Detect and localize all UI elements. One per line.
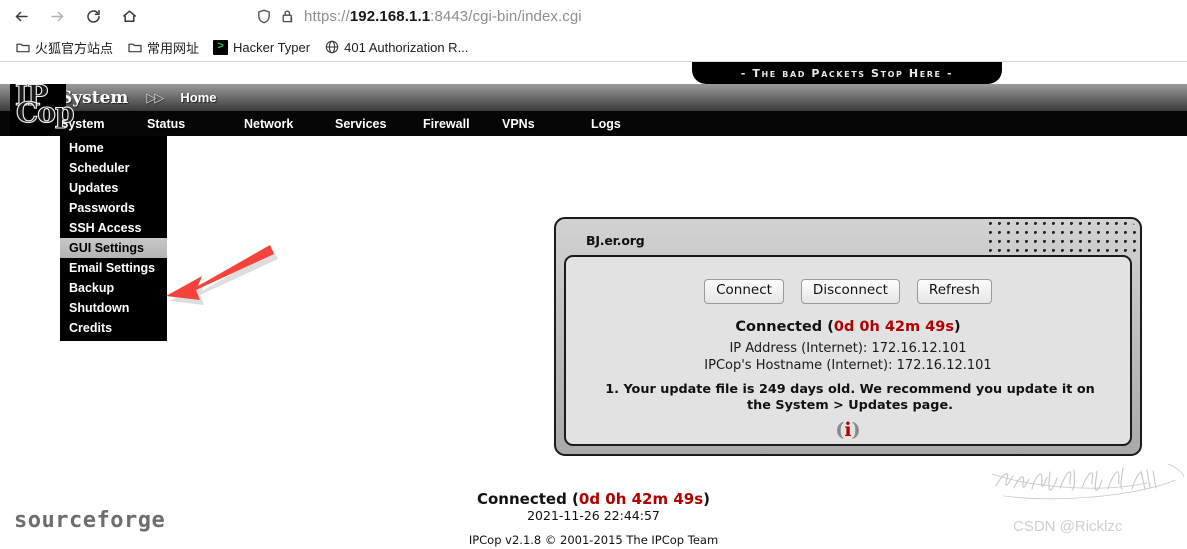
breadcrumb-separator-icon: ▷▷ (146, 89, 164, 105)
footer-connection-status: Connected (0d 0h 42m 49s) (0, 490, 1187, 508)
breadcrumb: Home (180, 90, 217, 105)
nav-item-network[interactable]: Network (244, 117, 335, 131)
forward-button[interactable] (42, 1, 72, 31)
bookmarks-bar: 火狐官方站点 常用网址 > Hacker Typer 401 Authoriza… (0, 34, 475, 60)
banner-strip: - The bad Packets Stop Here - (0, 62, 1187, 86)
bookmark-label: Hacker Typer (233, 39, 311, 55)
address-bar[interactable]: https://192.168.1.1:8443/cgi-bin/index.c… (256, 2, 582, 30)
status-suffix: ) (953, 319, 961, 335)
submenu-item-updates[interactable]: Updates (60, 178, 167, 198)
nav-item-status[interactable]: Status (147, 117, 244, 131)
main-navbar: System Status Network Services Firewall … (0, 111, 1187, 136)
nav-item-firewall[interactable]: Firewall (423, 117, 502, 131)
terminal-icon: > (213, 39, 229, 55)
tagline-text: - The bad Packets Stop Here - (740, 66, 954, 80)
submenu-item-shutdown[interactable]: Shutdown (60, 298, 167, 318)
bookmark-item[interactable]: 火狐官方站点 (8, 36, 120, 59)
bookmark-item[interactable]: 401 Authorization R... (317, 38, 475, 57)
footer-uptime-value: 0d 0h 42m 49s (578, 490, 704, 508)
disconnect-button[interactable]: Disconnect (800, 279, 900, 304)
connect-button[interactable]: Connect (704, 279, 784, 304)
red-pointer-arrow (160, 242, 290, 322)
globe-icon (324, 40, 339, 55)
nav-item-services[interactable]: Services (335, 117, 423, 131)
bookmark-item[interactable]: > Hacker Typer (206, 38, 317, 57)
footer-copyright: IPCop v2.1.8 © 2001-2015 The IPCop Team (468, 533, 719, 547)
submenu-item-backup[interactable]: Backup (60, 278, 167, 298)
page-title: System (60, 87, 129, 108)
csdn-watermark: CSDN @Ricklzc (1013, 518, 1123, 535)
back-button[interactable] (6, 1, 36, 31)
browser-chrome: https://192.168.1.1:8443/cgi-bin/index.c… (0, 0, 1187, 62)
footer-status-prefix: Connected ( (476, 490, 579, 508)
info-icon[interactable]: (i) (566, 419, 1130, 441)
url-text[interactable]: https://192.168.1.1:8443/cgi-bin/index.c… (304, 8, 582, 25)
bookmark-label: 401 Authorization R... (344, 39, 469, 55)
connection-panel: BJ.er.org Connect Disconnect Refresh Con… (554, 217, 1142, 456)
nav-item-logs[interactable]: Logs (591, 117, 621, 131)
footer-status-suffix: ) (703, 490, 711, 508)
nav-item-system[interactable]: System (60, 117, 147, 131)
lock-warning-icon[interactable] (280, 8, 296, 25)
bookmark-label: 常用网址 (147, 40, 200, 56)
refresh-button[interactable]: Refresh (916, 279, 992, 304)
navbar-underline (0, 136, 1187, 139)
page-header: System ▷▷ Home (0, 84, 1187, 111)
submenu-item-credits[interactable]: Credits (60, 318, 167, 338)
folder-icon (127, 40, 142, 55)
grille-dots-decoration (988, 221, 1136, 255)
submenu-item-scheduler[interactable]: Scheduler (60, 158, 167, 178)
ipcop-page: - The bad Packets Stop Here - System ▷▷ … (0, 62, 1187, 549)
submenu-item-ssh-access[interactable]: SSH Access (60, 218, 167, 238)
info-icon-glyph: i (844, 419, 852, 441)
tagline-banner: - The bad Packets Stop Here - (692, 62, 1002, 84)
submenu-item-passwords[interactable]: Passwords (60, 198, 167, 218)
shield-icon[interactable] (256, 8, 272, 25)
submenu-item-email-settings[interactable]: Email Settings (60, 258, 167, 278)
folder-icon (15, 40, 30, 55)
home-button[interactable] (114, 1, 144, 31)
bookmark-item[interactable]: 常用网址 (120, 36, 206, 59)
system-submenu: Home Scheduler Updates Passwords SSH Acc… (60, 136, 167, 341)
panel-title: BJ.er.org (586, 233, 645, 248)
footer-timestamp: 2021-11-26 22:44:57 (527, 508, 660, 523)
connection-status: Connected (0d 0h 42m 49s) (566, 319, 1130, 335)
uptime-value: 0d 0h 42m 49s (833, 319, 954, 335)
submenu-item-gui-settings[interactable]: GUI Settings (60, 238, 167, 258)
reload-button[interactable] (78, 1, 108, 31)
sourceforge-logo: sourceforge (14, 508, 166, 533)
status-prefix: Connected ( (735, 319, 834, 335)
submenu-item-home[interactable]: Home (60, 138, 167, 158)
update-warning-message: 1. Your update file is 249 days old. We … (605, 382, 1095, 413)
ip-address-line: IP Address (Internet): 172.16.12.101 (729, 341, 967, 356)
connection-button-row: Connect Disconnect Refresh (566, 279, 1130, 304)
hostname-line: IPCop's Hostname (Internet): 172.16.12.1… (704, 358, 992, 373)
panel-body: Connect Disconnect Refresh Connected (0d… (564, 255, 1132, 446)
bookmark-label: 火狐官方站点 (35, 40, 114, 56)
browser-toolbar: https://192.168.1.1:8443/cgi-bin/index.c… (0, 0, 1187, 32)
nav-item-vpns[interactable]: VPNs (502, 117, 591, 131)
